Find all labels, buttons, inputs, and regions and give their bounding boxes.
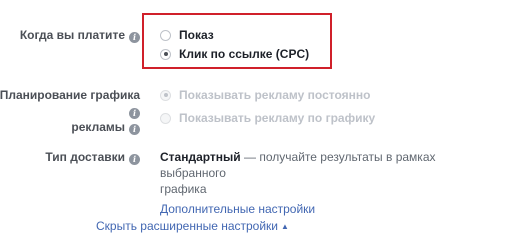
info-icon[interactable]: i (129, 154, 140, 165)
radio-button-selected[interactable] (160, 48, 171, 60)
delivery-description: Стандартный — получайте результаты в рам… (160, 149, 500, 217)
radio-option-label: Показывать рекламу постоянно (179, 88, 371, 102)
info-icon[interactable]: i (129, 124, 140, 135)
delivery-desc-line2: графика (160, 182, 207, 196)
delivery-type: Стандартный (160, 150, 241, 164)
radio-option-label: Клик по ссылке (CPC) (179, 47, 310, 61)
info-icon[interactable]: i (129, 108, 140, 119)
more-settings-link[interactable]: Дополнительные настройки (160, 201, 315, 217)
info-icon[interactable]: i (129, 32, 140, 43)
radio-option-scheduled[interactable]: Показывать рекламу по графику (160, 110, 375, 126)
radio-option-cpc[interactable]: Клик по ссылке (CPC) (160, 46, 309, 62)
radio-option-impression[interactable]: Показ (160, 27, 214, 43)
radio-button[interactable] (160, 29, 171, 41)
delivery-label-text: Тип доставки (45, 150, 125, 164)
caret-up-icon: ▲ (281, 222, 289, 231)
payment-label-text: Когда вы платите (19, 28, 125, 42)
radio-option-label: Показывать рекламу по графику (179, 111, 376, 125)
schedule-label-line2: рекламы (71, 120, 125, 134)
schedule-label: Планирование графика i рекламы i (0, 87, 140, 135)
schedule-label-line1: Планирование графика (0, 88, 140, 102)
radio-option-always[interactable]: Показывать рекламу постоянно (160, 87, 370, 103)
hide-advanced-settings-label: Скрыть расширенные настройки (96, 219, 279, 233)
radio-button[interactable] (160, 112, 171, 124)
radio-option-label: Показ (179, 28, 214, 42)
payment-label: Когда вы платите i (0, 27, 140, 43)
radio-button-selected[interactable] (160, 89, 171, 101)
hide-advanced-settings-link[interactable]: Скрыть расширенные настройки ▲ (96, 219, 289, 233)
delivery-label: Тип доставки i (0, 149, 140, 165)
